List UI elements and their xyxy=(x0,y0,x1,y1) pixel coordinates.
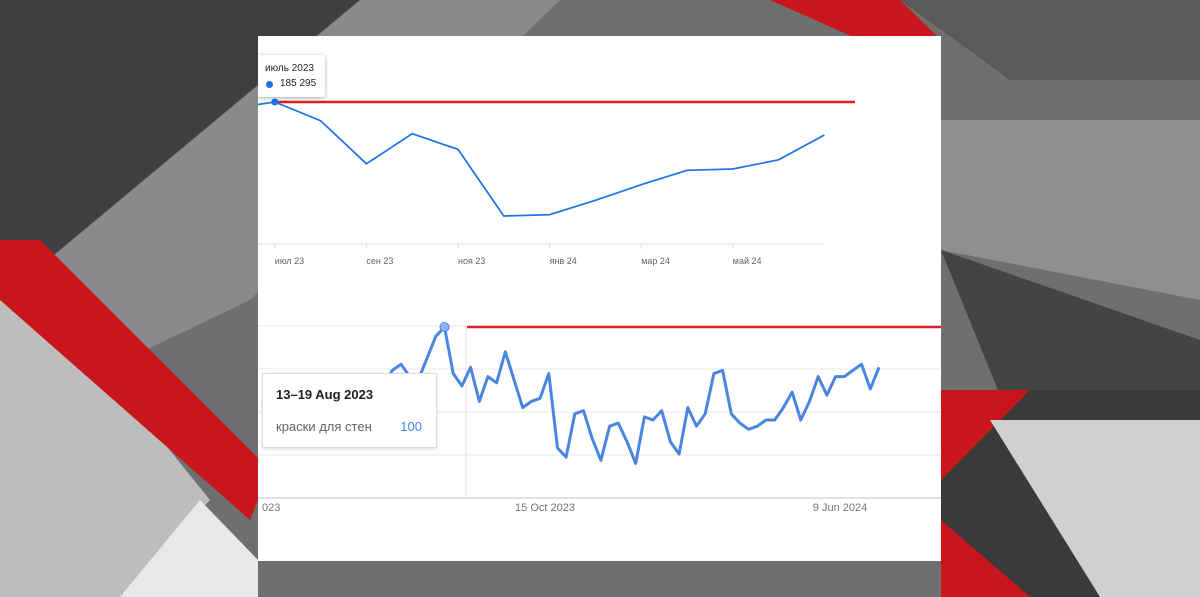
tooltip-value: 185 295 xyxy=(280,78,317,89)
tooltip-weekly: 13–19 Aug 2023 краски для стен 100 xyxy=(262,373,437,448)
tooltip-monthly: июль 2023 185 295 xyxy=(258,55,325,97)
chart-panel: июл 23 сен 23 ноя 23 янв 24 мар 24 май 24 023… xyxy=(258,36,941,561)
x-tick-label: 15 Oct 2023 xyxy=(515,502,575,514)
tooltip-series-label: краски для стен xyxy=(276,419,372,434)
series-dot-icon xyxy=(266,81,273,88)
highlighted-point xyxy=(439,322,450,332)
weekly-chart: 023 15 Oct 2023 9 Jun 2024 xyxy=(258,322,941,514)
x-tick-label: 9 Jun 2024 xyxy=(813,502,867,514)
tooltip-value: 100 xyxy=(400,419,422,434)
x-tick-label: 023 xyxy=(262,502,280,514)
tooltip-date: июль 2023 xyxy=(265,63,314,74)
tooltip-date: 13–19 Aug 2023 xyxy=(276,387,374,402)
